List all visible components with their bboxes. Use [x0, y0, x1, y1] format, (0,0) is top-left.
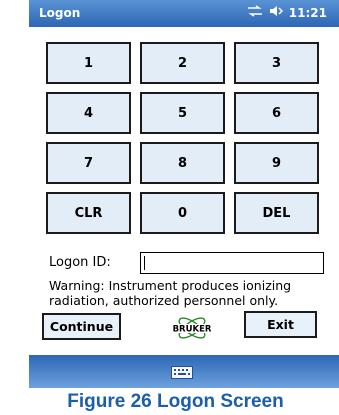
connectivity-icon[interactable]	[247, 5, 263, 20]
key-clear[interactable]: CLR	[46, 192, 131, 234]
logon-id-row: Logon ID:	[49, 252, 334, 274]
volume-icon[interactable]	[269, 5, 283, 20]
key-delete[interactable]: DEL	[234, 192, 319, 234]
key-1[interactable]: 1	[46, 42, 131, 84]
key-3[interactable]: 3	[234, 42, 319, 84]
status-area: 11:21	[247, 5, 327, 20]
radiation-warning: Warning: Instrument produces ionizing ra…	[49, 278, 292, 308]
device-screen: Logon 11:21 1 2 3 4 5 6 7 8 9 CLR 0 DEL …	[29, 0, 339, 388]
continue-button[interactable]: Continue	[42, 313, 121, 340]
taskbar	[29, 355, 339, 388]
svg-text:BRUKER: BRUKER	[173, 325, 212, 335]
key-5[interactable]: 5	[140, 92, 225, 134]
key-6[interactable]: 6	[234, 92, 319, 134]
window-title: Logon	[39, 6, 81, 20]
figure-caption: Figure 26 Logon Screen	[67, 391, 284, 412]
logon-id-input[interactable]	[140, 252, 324, 274]
clock[interactable]: 11:21	[289, 6, 327, 20]
logon-id-label: Logon ID:	[49, 255, 111, 270]
key-9[interactable]: 9	[234, 142, 319, 184]
keyboard-icon[interactable]	[171, 366, 193, 379]
text-caret	[144, 256, 145, 270]
bruker-logo: BRUKER	[161, 311, 223, 345]
key-0[interactable]: 0	[140, 192, 225, 234]
key-4[interactable]: 4	[46, 92, 131, 134]
exit-button[interactable]: Exit	[244, 311, 317, 338]
key-8[interactable]: 8	[140, 142, 225, 184]
key-7[interactable]: 7	[46, 142, 131, 184]
key-2[interactable]: 2	[140, 42, 225, 84]
title-bar: Logon 11:21	[29, 0, 339, 27]
